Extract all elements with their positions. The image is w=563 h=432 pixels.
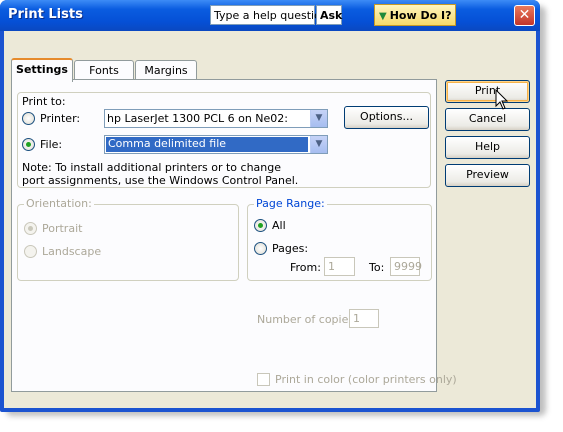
print-button[interactable]: Print <box>445 80 530 103</box>
from-label: From: <box>290 261 321 274</box>
landscape-label: Landscape <box>42 245 102 258</box>
landscape-radio[interactable] <box>24 245 37 258</box>
copies-input[interactable]: 1 <box>349 309 379 328</box>
all-pages-label: All <box>272 219 286 232</box>
from-page-input[interactable]: 1 <box>324 257 355 276</box>
page-range-group: Page Range: All Pages: From: 1 To: 9999 <box>247 197 432 281</box>
print-to-group: Print to: Printer: hp LaserJet 1300 PCL … <box>17 92 431 188</box>
chevron-down-icon[interactable]: ▼ <box>310 110 327 127</box>
window-title: Print Lists <box>8 7 83 22</box>
printer-label: Printer: <box>40 112 81 125</box>
orientation-label: Orientation: <box>24 197 94 210</box>
triangle-down-icon: ▼ <box>379 11 387 22</box>
print-in-color-label: Print in color (color printers only) <box>275 373 457 386</box>
mouse-cursor-icon <box>495 89 509 110</box>
portrait-radio[interactable] <box>24 222 37 235</box>
printer-radio[interactable] <box>22 112 35 125</box>
how-do-i-label: How Do I? <box>389 9 452 22</box>
chevron-down-icon[interactable]: ▼ <box>310 136 327 153</box>
tab-fonts-label: Fonts <box>89 64 119 77</box>
tab-settings[interactable]: Settings <box>11 58 73 82</box>
print-in-color-checkbox[interactable] <box>257 373 270 386</box>
file-label: File: <box>40 138 63 151</box>
pages-label: Pages: <box>272 242 309 255</box>
tab-margins[interactable]: Margins <box>135 60 197 80</box>
help-button[interactable]: Help <box>445 136 530 159</box>
copies-label: Number of copies: <box>257 313 358 326</box>
options-button[interactable]: Options... <box>344 106 429 129</box>
all-pages-radio[interactable] <box>254 219 267 232</box>
file-select[interactable]: Comma delimited file ▼ <box>104 135 328 154</box>
close-icon[interactable]: ✕ <box>514 5 535 26</box>
to-label: To: <box>369 261 385 274</box>
settings-panel: Print to: Printer: hp LaserJet 1300 PCL … <box>11 79 457 392</box>
file-radio[interactable] <box>22 138 35 151</box>
to-page-input[interactable]: 9999 <box>390 257 422 276</box>
cancel-button[interactable]: Cancel <box>445 108 530 131</box>
dialog-window: Print Lists Type a help question Ask ▼ Ho… <box>0 0 540 412</box>
pages-radio[interactable] <box>254 242 267 255</box>
title-bar[interactable]: Print Lists Type a help question Ask ▼ Ho… <box>0 0 540 31</box>
printer-select[interactable]: hp LaserJet 1300 PCL 6 on Ne02: ▼ <box>104 109 328 128</box>
help-question-input[interactable]: Type a help question <box>210 5 328 25</box>
control-panel-note: Note: To install additional printers or … <box>22 161 299 187</box>
ask-button[interactable]: Ask <box>316 5 342 25</box>
orientation-group: Orientation: Portrait Landscape <box>17 197 239 281</box>
print-to-label: Print to: <box>22 95 66 108</box>
portrait-label: Portrait <box>42 222 83 235</box>
tab-settings-label: Settings <box>16 63 68 76</box>
tab-margins-label: Margins <box>144 64 188 77</box>
how-do-i-button[interactable]: ▼ How Do I? <box>374 4 456 26</box>
file-select-value: Comma delimited file <box>106 137 308 152</box>
dialog-client-area: Settings Fonts Margins Print to: Printer… <box>4 31 536 408</box>
page-range-label: Page Range: <box>254 197 327 210</box>
tab-fonts[interactable]: Fonts <box>74 60 134 80</box>
printer-select-value: hp LaserJet 1300 PCL 6 on Ne02: <box>107 112 288 125</box>
preview-button[interactable]: Preview <box>445 164 530 187</box>
